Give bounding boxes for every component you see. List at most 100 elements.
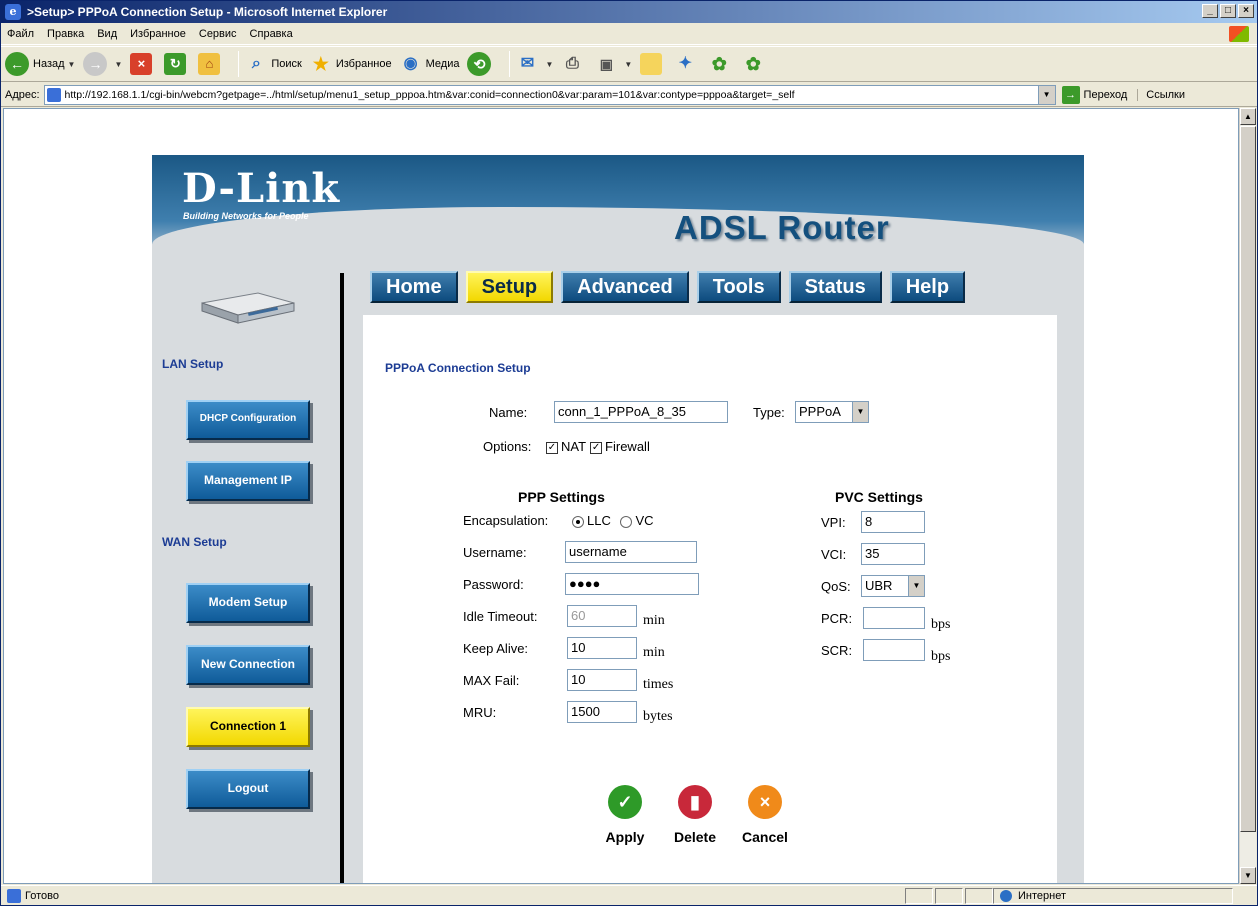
modem-setup-button[interactable]: Modem Setup	[186, 583, 310, 623]
firewall-checkbox[interactable]: ✓	[590, 441, 603, 454]
scroll-up-icon[interactable]: ▲	[1240, 108, 1256, 125]
edit-button[interactable]: ▣ ▼	[595, 53, 633, 75]
scroll-down-icon[interactable]: ▼	[1240, 867, 1256, 884]
content-panel: PPPoA Connection Setup Name: conn_1_PPPo…	[363, 315, 1057, 883]
security-zone: Интернет	[993, 888, 1233, 904]
vci-input[interactable]: 35	[861, 543, 925, 565]
tab-home[interactable]: Home	[370, 271, 458, 303]
sidebar: LAN Setup DHCP Configuration Management …	[152, 271, 340, 883]
tab-tools[interactable]: Tools	[696, 271, 781, 303]
nat-label: NAT	[561, 439, 587, 454]
page-status-icon	[7, 888, 21, 903]
print-icon: ⎙	[565, 55, 579, 72]
keep-alive-input[interactable]: 10	[567, 637, 637, 659]
max-fail-input[interactable]: 10	[567, 669, 637, 691]
menu-edit[interactable]: Правка	[47, 28, 84, 40]
menu-file[interactable]: Файл	[7, 28, 34, 40]
max-fail-label: MAX Fail:	[463, 673, 520, 688]
password-label: Password:	[463, 577, 524, 592]
vpi-input[interactable]: 8	[861, 511, 925, 533]
forward-button[interactable]: → ▼	[83, 52, 122, 76]
refresh-button[interactable]: ↻	[164, 53, 190, 75]
idle-timeout-input[interactable]: 60	[567, 605, 637, 627]
tab-setup[interactable]: Setup	[465, 271, 554, 303]
mru-input[interactable]: 1500	[567, 701, 637, 723]
menu-tools[interactable]: Сервис	[199, 28, 237, 40]
delete-label: Delete	[673, 829, 717, 845]
vertical-scrollbar[interactable]: ▲ ▼	[1239, 108, 1256, 884]
dlink-logo: D-Link	[182, 165, 341, 212]
new-connection-button[interactable]: New Connection	[186, 645, 310, 685]
home-button[interactable]: ⌂	[198, 53, 224, 75]
llc-radio[interactable]	[572, 515, 584, 528]
logout-button[interactable]: Logout	[186, 769, 310, 809]
username-input[interactable]: username	[565, 541, 697, 563]
apply-label: Apply	[605, 829, 645, 845]
edit-icon: ▣	[599, 56, 613, 72]
icq-flower-icon: ✿	[711, 54, 727, 74]
management-ip-button[interactable]: Management IP	[186, 461, 310, 501]
favorites-button[interactable]: ★ Избранное	[310, 53, 392, 75]
menu-view[interactable]: Вид	[97, 28, 117, 40]
nat-checkbox[interactable]: ✓	[546, 441, 558, 454]
history-icon: ⟲	[467, 52, 492, 76]
page-viewport: D-Link Building Networks for People ADSL…	[3, 108, 1239, 884]
cancel-button[interactable]: × Cancel	[735, 785, 795, 845]
vc-radio[interactable]	[620, 515, 633, 528]
apply-button[interactable]: ✓ Apply	[599, 785, 651, 845]
tab-help[interactable]: Help	[889, 271, 966, 303]
dlink-tagline: Building Networks for People	[183, 211, 309, 221]
type-select[interactable]: PPPoA ▼	[795, 401, 869, 423]
search-button[interactable]: ⌕ Поиск	[245, 53, 302, 75]
lan-setup-label: LAN Setup	[162, 357, 224, 371]
menu-bar: Файл Правка Вид Избранное Сервис Справка	[1, 23, 1257, 45]
password-input[interactable]: ●●●●	[565, 573, 699, 595]
ie-window: e >Setup> PPPoA Connection Setup - Micro…	[0, 0, 1258, 906]
menu-favorites[interactable]: Избранное	[130, 28, 186, 40]
scroll-thumb[interactable]	[1240, 126, 1256, 832]
maximize-button[interactable]: □	[1220, 4, 1236, 18]
print-button[interactable]: ⎙	[561, 53, 587, 75]
chevron-down-icon: ▼	[852, 402, 868, 422]
globe-icon	[1000, 890, 1012, 902]
messenger-button[interactable]: ✦	[674, 53, 700, 75]
pcr-input[interactable]	[863, 607, 925, 629]
stop-button[interactable]: ×	[130, 53, 156, 75]
history-button[interactable]: ⟲	[467, 52, 495, 76]
minimize-button[interactable]: _	[1202, 4, 1218, 18]
mail-button[interactable]: ✉ ▼	[516, 53, 554, 75]
sidebar-divider	[340, 273, 344, 883]
dlink-header: D-Link Building Networks for People ADSL…	[152, 155, 1084, 267]
delete-button[interactable]: ▮ Delete	[665, 785, 725, 845]
go-button[interactable]: → Переход	[1061, 85, 1127, 104]
icq-lite-button[interactable]: ✿	[742, 53, 768, 75]
address-input[interactable]: http://192.168.1.1/cgi-bin/webcm?getpage…	[43, 84, 1056, 105]
cancel-x-icon: ×	[748, 785, 782, 819]
status-cell	[905, 888, 933, 904]
folder-button[interactable]	[640, 53, 666, 75]
type-label: Type:	[753, 405, 785, 420]
tab-advanced[interactable]: Advanced	[561, 271, 689, 303]
name-input[interactable]: conn_1_PPPoA_8_35	[554, 401, 728, 423]
links-button[interactable]: Ссылки	[1137, 88, 1185, 101]
media-button[interactable]: ◉ Медиа	[400, 53, 460, 75]
dhcp-configuration-button[interactable]: DHCP Configuration	[186, 400, 310, 440]
page-icon	[46, 87, 61, 102]
address-dropdown-icon[interactable]: ▼	[1037, 85, 1055, 104]
product-title: ADSL Router	[674, 209, 890, 246]
forward-arrow-icon: →	[83, 52, 108, 76]
vpi-label: VPI:	[821, 515, 846, 530]
dlink-page: D-Link Building Networks for People ADSL…	[152, 155, 1084, 883]
connection-1-button[interactable]: Connection 1	[186, 707, 310, 747]
qos-select[interactable]: UBR ▼	[861, 575, 925, 597]
options-label: Options:	[483, 439, 532, 454]
back-button[interactable]: ← Назад ▼	[5, 52, 75, 76]
tab-status[interactable]: Status	[788, 271, 882, 303]
icq-button[interactable]: ✿	[708, 53, 734, 75]
scr-input[interactable]	[863, 639, 925, 661]
menu-help[interactable]: Справка	[250, 28, 293, 40]
llc-label: LLC	[587, 513, 611, 528]
refresh-icon: ↻	[164, 53, 187, 75]
close-button[interactable]: ×	[1238, 4, 1254, 18]
username-label: Username:	[463, 545, 527, 560]
